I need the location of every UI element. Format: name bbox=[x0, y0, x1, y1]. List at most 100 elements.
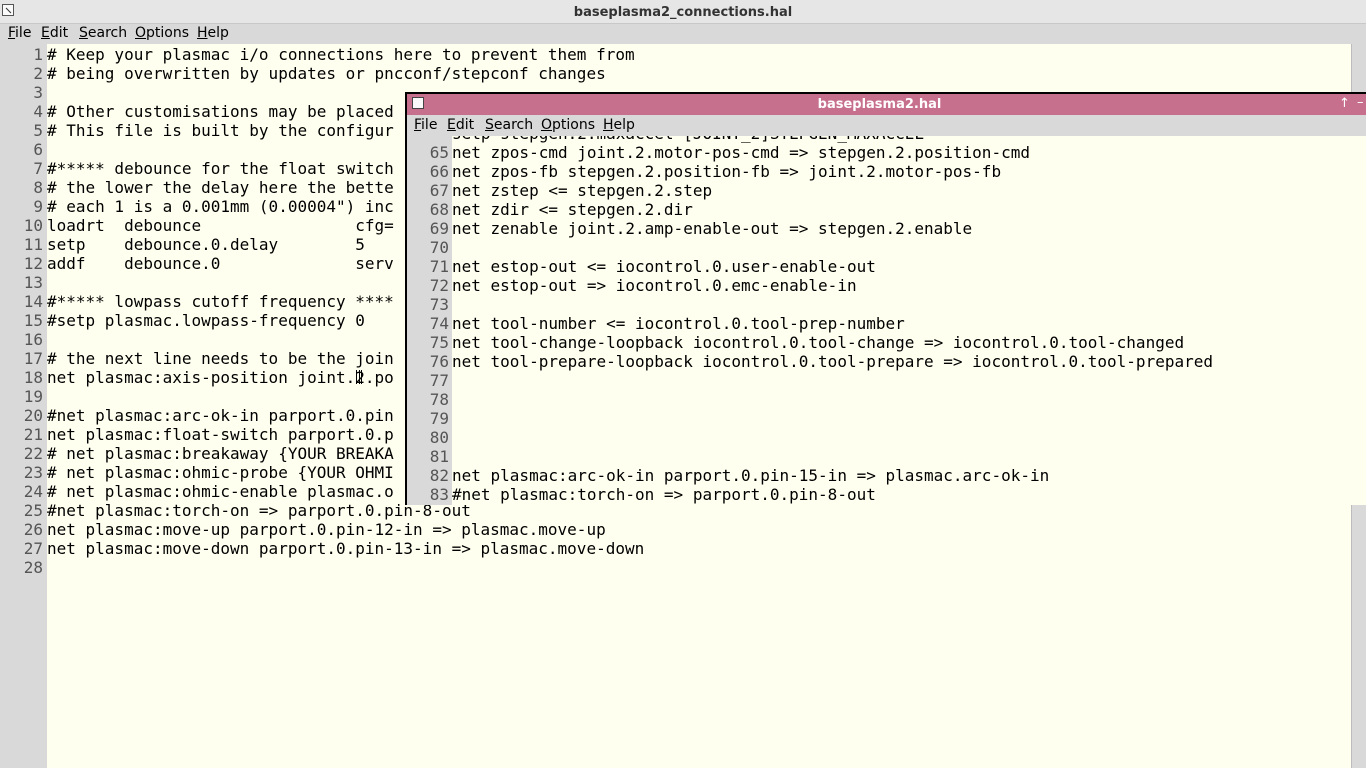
line-number: 82 bbox=[429, 466, 449, 485]
line-text[interactable]: net zenable joint.2.amp-enable-out => st… bbox=[452, 219, 972, 238]
code-line[interactable]: 69 net zenable joint.2.amp-enable-out => … bbox=[407, 219, 1366, 238]
line-text[interactable]: #***** lowpass cutoff frequency **** bbox=[47, 292, 394, 311]
menu-options[interactable]: Options bbox=[541, 117, 595, 133]
code-line[interactable]: 80 bbox=[407, 428, 1366, 447]
code-line[interactable]: 71 net estop-out <= iocontrol.0.user-enab… bbox=[407, 257, 1366, 276]
code-line[interactable]: 79 bbox=[407, 409, 1366, 428]
code-line[interactable]: 83 #net plasmac:torch-on => parport.0.pin… bbox=[407, 485, 1366, 504]
code-line[interactable]: 75 net tool-change-loopback iocontrol.0.t… bbox=[407, 333, 1366, 352]
line-text[interactable]: addf debounce.0 serv bbox=[47, 254, 394, 273]
menu-options[interactable]: Options bbox=[135, 25, 189, 41]
line-text[interactable]: #***** debounce for the float switch bbox=[47, 159, 394, 178]
line-text[interactable]: #net plasmac:arc-ok-in parport.0.pin bbox=[47, 406, 394, 425]
line-text[interactable]: net plasmac:arc-ok-in parport.0.pin-15-i… bbox=[452, 466, 1049, 485]
code-line[interactable]: 65 net zpos-cmd joint.2.motor-pos-cmd => … bbox=[407, 143, 1366, 162]
line-text[interactable]: loadrt debounce cfg= bbox=[47, 216, 394, 235]
line-text[interactable]: net estop-out => iocontrol.0.emc-enable-… bbox=[452, 276, 857, 295]
line-text[interactable]: # net plasmac:breakaway {YOUR BREAKA bbox=[47, 444, 394, 463]
code-line[interactable]: 26 net plasmac:move-up parport.0.pin-12-i… bbox=[0, 520, 1366, 539]
line-text[interactable]: # being overwritten by updates or pnccon… bbox=[47, 64, 606, 83]
line-number: 65 bbox=[429, 143, 449, 162]
line-text[interactable]: net zstep <= stepgen.2.step bbox=[452, 181, 712, 200]
line-text[interactable]: net zdir <= stepgen.2.dir bbox=[452, 200, 693, 219]
code-line[interactable]: 72 net estop-out => iocontrol.0.emc-enabl… bbox=[407, 276, 1366, 295]
code-line[interactable]: 1 # Keep your plasmac i/o connections her… bbox=[0, 45, 1366, 64]
line-text[interactable]: #net plasmac:torch-on => parport.0.pin-8… bbox=[452, 485, 876, 504]
code-line[interactable]: 73 bbox=[407, 295, 1366, 314]
code-line[interactable]: 82 net plasmac:arc-ok-in parport.0.pin-15… bbox=[407, 466, 1366, 485]
line-text[interactable]: # This file is built by the configur bbox=[47, 121, 394, 140]
line-number: 1 bbox=[33, 45, 43, 64]
line-text[interactable]: net plasmac:axis-position joint.2.po bbox=[47, 368, 394, 387]
line-number: 80 bbox=[429, 428, 449, 447]
line-text[interactable]: # Keep your plasmac i/o connections here… bbox=[47, 45, 635, 64]
code-line[interactable]: 68 net zdir <= stepgen.2.dir bbox=[407, 200, 1366, 219]
code-line[interactable]: 81 bbox=[407, 447, 1366, 466]
line-number: 76 bbox=[429, 352, 449, 371]
line-text[interactable]: net plasmac:move-down parport.0.pin-13-i… bbox=[47, 539, 644, 558]
line-number: 4 bbox=[33, 102, 43, 121]
code-line[interactable]: 28 bbox=[0, 558, 1366, 577]
line-text[interactable]: setp stepgen.2.maxaccel [JOINT_2]STEPGEN… bbox=[452, 136, 924, 143]
code-line[interactable]: 74 net tool-number <= iocontrol.0.tool-pr… bbox=[407, 314, 1366, 333]
line-text[interactable]: # net plasmac:ohmic-probe {YOUR OHMI bbox=[47, 463, 394, 482]
line-number: 69 bbox=[429, 219, 449, 238]
menu-edit[interactable]: Edit bbox=[41, 25, 68, 41]
code-line[interactable]: 70 bbox=[407, 238, 1366, 257]
second-window-titlebar[interactable]: baseplasma2.hal ↑ – bbox=[407, 94, 1366, 115]
menu-edit-label: dit bbox=[455, 117, 475, 133]
main-window-titlebar[interactable]: baseplasma2_connections.hal bbox=[0, 0, 1366, 24]
menu-edit[interactable]: Edit bbox=[447, 117, 474, 133]
menu-help[interactable]: Help bbox=[603, 117, 635, 133]
second-editor[interactable]: setp stepgen.2.maxaccel [JOINT_2]STEPGEN… bbox=[407, 136, 1366, 505]
menu-file[interactable]: File bbox=[414, 117, 437, 133]
line-text[interactable]: # each 1 is a 0.001mm (0.00004") inc bbox=[47, 197, 394, 216]
line-text[interactable]: net plasmac:float-switch parport.0.p bbox=[47, 425, 394, 444]
line-text[interactable]: net tool-prepare-loopback iocontrol.0.to… bbox=[452, 352, 1213, 371]
line-text[interactable]: net plasmac:move-up parport.0.pin-12-in … bbox=[47, 520, 606, 539]
line-text[interactable]: net estop-out <= iocontrol.0.user-enable… bbox=[452, 257, 876, 276]
line-number: 24 bbox=[23, 482, 43, 501]
code-line[interactable]: 78 bbox=[407, 390, 1366, 409]
code-line[interactable]: 77 bbox=[407, 371, 1366, 390]
menu-help-mnemonic: H bbox=[603, 117, 614, 133]
line-text[interactable]: #setp plasmac.lowpass-frequency 0 bbox=[47, 311, 365, 330]
line-text[interactable]: # Other customisations may be placed bbox=[47, 102, 394, 121]
code-line[interactable]: 76 net tool-prepare-loopback iocontrol.0.… bbox=[407, 352, 1366, 371]
line-text[interactable]: net tool-change-loopback iocontrol.0.too… bbox=[452, 333, 1184, 352]
menu-search[interactable]: Search bbox=[79, 25, 127, 41]
menu-search-mnemonic: S bbox=[79, 25, 88, 41]
line-text[interactable]: # the lower the delay here the bette bbox=[47, 178, 394, 197]
text-cursor-icon bbox=[356, 370, 362, 384]
line-number: 18 bbox=[23, 368, 43, 387]
line-text[interactable]: setp debounce.0.delay 5 bbox=[47, 235, 365, 254]
line-text[interactable]: net zpos-cmd joint.2.motor-pos-cmd => st… bbox=[452, 143, 1030, 162]
minimize-icon[interactable]: – bbox=[1357, 95, 1364, 110]
menu-options-label: ptions bbox=[552, 117, 596, 133]
code-line[interactable]: 2 # being overwritten by updates or pncco… bbox=[0, 64, 1366, 83]
code-line[interactable]: 66 net zpos-fb stepgen.2.position-fb => j… bbox=[407, 162, 1366, 181]
second-window[interactable]: baseplasma2.hal ↑ – File Edit Search Opt… bbox=[405, 92, 1366, 505]
menu-search-label: earch bbox=[493, 117, 534, 133]
menu-search-label: earch bbox=[87, 25, 128, 41]
line-number: 12 bbox=[23, 254, 43, 273]
line-number: 7 bbox=[33, 159, 43, 178]
second-menubar: File Edit Search Options Help bbox=[407, 115, 1366, 136]
line-number: 5 bbox=[33, 121, 43, 140]
line-text[interactable]: # net plasmac:ohmic-enable plasmac.o bbox=[47, 482, 394, 501]
line-number: 23 bbox=[23, 463, 43, 482]
code-line[interactable]: 67 net zstep <= stepgen.2.step bbox=[407, 181, 1366, 200]
menu-file-mnemonic: F bbox=[414, 117, 422, 133]
menu-search[interactable]: Search bbox=[485, 117, 533, 133]
main-menubar: File Edit Search Options Help bbox=[0, 24, 1366, 44]
raise-window-icon[interactable]: ↑ bbox=[1339, 96, 1350, 111]
menu-file[interactable]: File bbox=[8, 25, 31, 41]
line-text[interactable]: # the next line needs to be the join bbox=[47, 349, 394, 368]
code-line[interactable]: 27 net plasmac:move-down parport.0.pin-13… bbox=[0, 539, 1366, 558]
menu-help[interactable]: Help bbox=[197, 25, 229, 41]
line-text[interactable]: net zpos-fb stepgen.2.position-fb => joi… bbox=[452, 162, 1001, 181]
menu-file-label: ile bbox=[15, 25, 32, 41]
code-line-partial[interactable]: setp stepgen.2.maxaccel [JOINT_2]STEPGEN… bbox=[407, 136, 1366, 143]
line-text[interactable]: net tool-number <= iocontrol.0.tool-prep… bbox=[452, 314, 905, 333]
line-number: 66 bbox=[429, 162, 449, 181]
